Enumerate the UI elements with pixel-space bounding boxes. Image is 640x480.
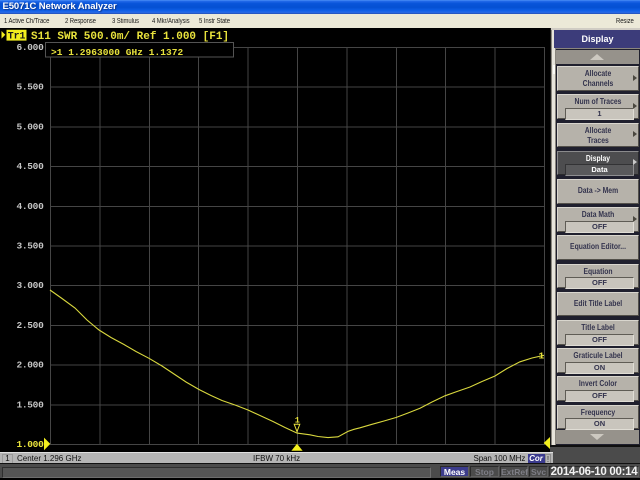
svg-text:4.000: 4.000: [16, 201, 44, 212]
svg-text:5.500: 5.500: [16, 82, 44, 93]
svg-text:S11 SWR 500.0m/ Ref 1.000 [F1]: S11 SWR 500.0m/ Ref 1.000 [F1]: [31, 31, 229, 43]
svg-text:2.500: 2.500: [16, 320, 44, 331]
svg-text:>1 1.2963000 GHz 1.1372: >1 1.2963000 GHz 1.1372: [51, 47, 184, 58]
svg-text:3.000: 3.000: [16, 280, 44, 291]
svg-text:4.500: 4.500: [16, 161, 44, 172]
svg-text:2.000: 2.000: [16, 360, 44, 371]
svg-text:1.000: 1.000: [16, 439, 44, 450]
svg-text:3.500: 3.500: [16, 241, 44, 252]
svg-text:1: 1: [539, 351, 545, 362]
svg-text:Tr1: Tr1: [8, 30, 26, 41]
svg-text:1.500: 1.500: [16, 399, 44, 410]
svg-text:6.000: 6.000: [16, 42, 44, 53]
svg-text:5.000: 5.000: [16, 121, 44, 132]
